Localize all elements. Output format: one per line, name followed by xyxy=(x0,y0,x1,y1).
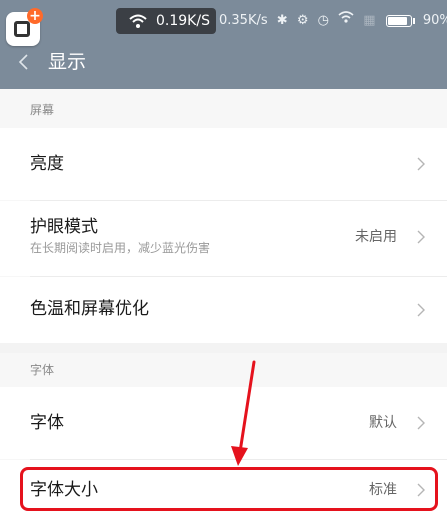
settings-list: 屏幕 亮度 护眼模式 在长期阅读时启用，减少蓝光伤害 未启用 色温和屏幕优化 字… xyxy=(0,89,447,524)
sync-icon: ⚙ xyxy=(296,12,309,28)
wifi-status-icon xyxy=(338,10,354,31)
font-value: 默认 xyxy=(369,415,397,431)
settings-item-brightness[interactable]: 亮度 xyxy=(0,128,447,200)
plus-icon: + xyxy=(27,8,43,24)
chevron-right-icon xyxy=(417,416,425,430)
battery-level: 90% xyxy=(422,12,447,28)
settings-item-color-temperature[interactable]: 色温和屏幕优化 xyxy=(0,277,447,343)
settings-item-label: 护眼模式 xyxy=(30,217,98,237)
settings-item-eye-care[interactable]: 护眼模式 在长期阅读时启用，减少蓝光伤害 未启用 xyxy=(0,201,447,276)
network-speed-primary: 0.19K/S xyxy=(156,13,210,29)
settings-item-label: 亮度 xyxy=(30,154,64,174)
top-bar: 0.19K/S 0.35K/s ✱ ⚙ ◷ ▦ 90% + 显示 xyxy=(0,0,447,89)
settings-item-label: 字体 xyxy=(30,413,64,433)
chevron-right-icon xyxy=(417,157,425,171)
settings-item-font[interactable]: 字体 默认 xyxy=(0,387,447,459)
settings-item-subtitle: 在长期阅读时启用，减少蓝光伤害 xyxy=(30,241,211,255)
alarm-icon: ◷ xyxy=(317,12,329,28)
section-header-font: 字体 xyxy=(30,363,55,377)
network-speed-secondary: 0.35K/s xyxy=(219,12,268,28)
eye-care-status: 未启用 xyxy=(355,229,397,245)
battery-icon xyxy=(385,14,412,27)
status-icons: 0.35K/s ✱ ⚙ ◷ ▦ 90% xyxy=(219,10,447,30)
back-icon[interactable] xyxy=(15,50,33,74)
chevron-right-icon xyxy=(417,230,425,244)
wifi-icon xyxy=(129,14,147,28)
page-title: 显示 xyxy=(48,51,87,73)
section-header-screen: 屏幕 xyxy=(30,103,55,117)
signal-icon: ▦ xyxy=(363,12,376,28)
floating-app-icon[interactable]: + xyxy=(6,8,43,46)
network-speed-pill: 0.19K/S xyxy=(116,8,216,34)
chevron-right-icon xyxy=(417,303,425,317)
highlight-box xyxy=(20,467,438,511)
settings-item-label: 色温和屏幕优化 xyxy=(30,299,149,319)
status-bar: 0.19K/S 0.35K/s ✱ ⚙ ◷ ▦ 90% xyxy=(0,0,447,38)
bluetooth-icon: ✱ xyxy=(276,12,288,28)
